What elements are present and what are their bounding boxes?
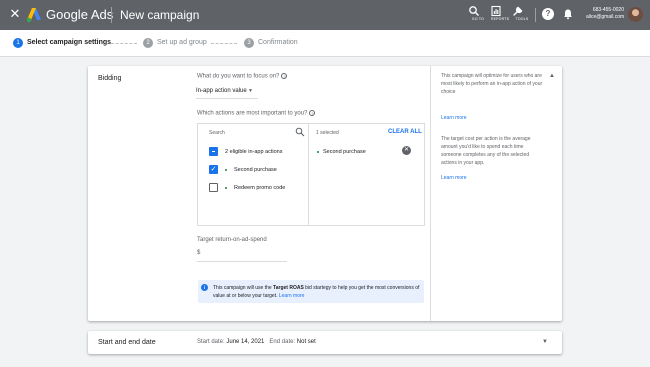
chevron-up-icon[interactable]: ▲ [549, 73, 555, 79]
top-app-bar: ✕ Google Ads New campaign GO TO REPORTS … [0, 0, 650, 30]
status-dot [225, 169, 227, 171]
step-label: Confirmation [258, 39, 298, 46]
action-row-second-purchase[interactable]: ✓ Second purchase [209, 165, 304, 177]
bidding-section-title: Bidding [98, 75, 122, 82]
bidding-card: Bidding What do you want to focus on?? I… [88, 66, 562, 321]
actions-question: Which actions are most important to you?… [197, 110, 316, 117]
info-text: This campaign will use the Target ROAS b… [213, 284, 421, 300]
goto-label: GO TO [471, 17, 485, 21]
action-label: Second purchase [234, 167, 277, 173]
step-number: 3 [244, 38, 254, 48]
close-icon[interactable]: ✕ [8, 7, 22, 21]
remove-icon[interactable]: ✕ [402, 146, 411, 155]
roas-currency: $ [197, 250, 201, 256]
learn-more-link[interactable]: Learn more [279, 293, 305, 299]
bid-strategy-info-banner: i This campaign will use the Target ROAS… [198, 280, 424, 303]
account-info[interactable]: 683-455-0020 alice@gmail.com [586, 7, 624, 21]
selected-count: 1 selected [316, 130, 339, 136]
start-end-date-card[interactable]: Start and end date Start date: June 14, … [88, 331, 562, 354]
action-row-redeem-promo-code[interactable]: Redeem promo code [209, 183, 304, 195]
header-divider [535, 8, 536, 22]
eligible-actions-row[interactable]: 2 eligible in-app actions [209, 147, 304, 159]
focus-question: What do you want to focus on?? [197, 73, 288, 80]
second-purchase-checkbox[interactable]: ✓ [209, 165, 218, 174]
reports-button[interactable]: REPORTS [490, 5, 510, 22]
info-icon: i [201, 284, 208, 291]
step-connector [111, 43, 137, 44]
reports-label: REPORTS [490, 17, 510, 21]
title-divider [111, 7, 112, 23]
select-all-checkbox[interactable] [209, 147, 218, 156]
step-label: Select campaign settings [27, 39, 112, 46]
focus-dropdown-value: In-app action value [196, 88, 247, 94]
help-circle-icon[interactable]: ? [281, 73, 288, 79]
start-date-value: June 14, 2021 [226, 339, 265, 345]
actions-list-panel: Search 2 eligible in-app actions ✓ Secon… [198, 124, 309, 225]
selected-action-chip: Second purchase [317, 147, 397, 157]
learn-more-link[interactable]: Learn more [441, 175, 467, 181]
end-date-value: Not set [296, 339, 316, 345]
page-title: New campaign [120, 8, 200, 22]
google-ads-logo-icon [26, 8, 41, 23]
help-icon[interactable]: ? [542, 8, 554, 20]
step-number: 2 [143, 38, 153, 48]
info-strategy-name: Target ROAS [273, 285, 304, 291]
help-circle-icon[interactable]: ? [309, 110, 316, 116]
account-phone: 683-455-0020 [592, 7, 624, 13]
help-side-panel: ▲ This campaign will optimize for users … [430, 66, 562, 321]
dates-summary: Start date: June 14, 2021 End date: Not … [197, 339, 316, 345]
learn-more-link[interactable]: Learn more [441, 115, 467, 121]
campaign-stepper: 1 Select campaign settings 2 Set up ad g… [0, 30, 650, 57]
status-dot [225, 187, 227, 189]
goto-button[interactable]: GO TO [468, 5, 488, 22]
roas-label: Target return-on-ad-spend [197, 237, 267, 243]
clear-all-button[interactable]: CLEAR ALL [388, 129, 422, 135]
help-paragraph: The target cost per action is the averag… [441, 136, 531, 166]
focus-dropdown[interactable]: In-app action value ▼ [196, 85, 258, 99]
step-connector [211, 43, 237, 44]
start-date-label: Start date: [197, 339, 225, 345]
redeem-promo-code-checkbox[interactable] [209, 183, 218, 192]
account-email: alice@gmail.com [586, 14, 625, 20]
info-text-part: This campaign will use the [213, 285, 274, 291]
help-paragraph: This campaign will optimize for users wh… [441, 73, 543, 95]
step-number: 1 [13, 38, 23, 48]
app-brand: Google Ads [46, 7, 114, 22]
search-icon[interactable] [295, 127, 305, 137]
actions-question-text: Which actions are most important to you? [197, 110, 308, 117]
search-icon [469, 6, 479, 16]
end-date-label: End date: [269, 339, 296, 345]
tools-button[interactable]: TOOLS [512, 5, 532, 22]
dates-section-title: Start and end date [98, 339, 156, 346]
notifications-icon[interactable] [562, 8, 574, 20]
wrench-icon [513, 6, 523, 16]
reports-icon [491, 5, 501, 17]
avatar[interactable] [628, 7, 643, 22]
tools-label: TOOLS [515, 17, 529, 21]
actions-search-input[interactable]: Search [209, 130, 225, 136]
roas-input[interactable]: $ [197, 250, 287, 262]
status-dot [317, 151, 319, 153]
caret-down-icon: ▼ [248, 88, 253, 94]
chevron-down-icon[interactable]: ▼ [542, 339, 548, 345]
focus-question-text: What do you want to focus on? [197, 73, 280, 80]
selected-action-label: Second purchase [323, 149, 366, 155]
action-label: Redeem promo code [234, 185, 286, 191]
in-app-actions-picker: Search 2 eligible in-app actions ✓ Secon… [197, 123, 425, 226]
step-label: Set up ad group [157, 39, 207, 46]
eligible-actions-label: 2 eligible in-app actions [225, 149, 283, 155]
